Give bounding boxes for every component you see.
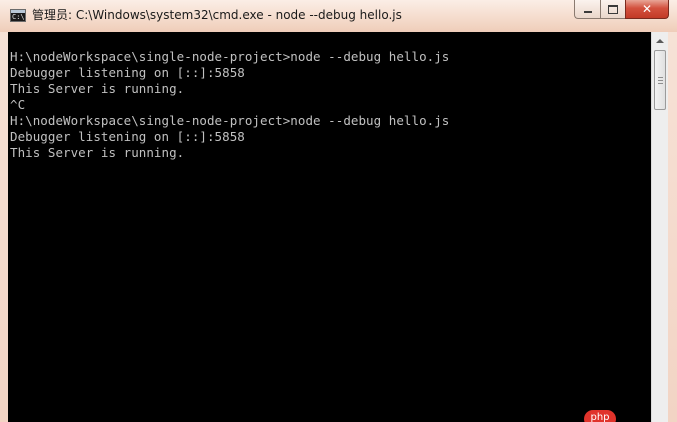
maximize-icon <box>608 4 618 14</box>
cmd-window: C:\ 管理员: C:\Windows\system32\cmd.exe - n… <box>0 0 677 422</box>
console-line: This Server is running. <box>10 145 185 160</box>
watermark-badge: php <box>584 410 616 422</box>
vertical-scrollbar[interactable] <box>651 32 668 422</box>
scroll-up-button[interactable] <box>652 32 668 49</box>
console-line: This Server is running. <box>10 81 185 96</box>
scrollbar-thumb[interactable] <box>654 50 666 110</box>
console-line: ^C <box>10 97 26 112</box>
grip-line <box>658 83 663 84</box>
console-line: Debugger listening on [::]:5858 <box>10 129 245 144</box>
cmd-icon[interactable]: C:\ <box>10 9 26 22</box>
window-controls: ✕ <box>574 0 669 20</box>
grip-line <box>658 77 663 78</box>
console-output[interactable]: H:\nodeWorkspace\single-node-project>nod… <box>8 32 651 422</box>
console-line: Debugger listening on [::]:5858 <box>10 65 245 80</box>
console-line: H:\nodeWorkspace\single-node-project>nod… <box>10 49 450 64</box>
scroll-down-button[interactable] <box>652 415 668 422</box>
close-icon: ✕ <box>641 2 653 16</box>
chevron-up-icon <box>656 38 664 43</box>
title-bar[interactable]: C:\ 管理员: C:\Windows\system32\cmd.exe - n… <box>0 0 677 32</box>
minimize-icon <box>583 11 592 13</box>
grip-line <box>658 80 663 81</box>
close-button[interactable]: ✕ <box>625 0 669 19</box>
console-line: H:\nodeWorkspace\single-node-project>nod… <box>10 113 450 128</box>
minimize-button[interactable] <box>574 0 600 19</box>
console-lines: H:\nodeWorkspace\single-node-project>nod… <box>10 49 449 161</box>
cmd-icon-glyph: C:\ <box>12 13 25 21</box>
maximize-button[interactable] <box>600 0 625 19</box>
window-title: 管理员: C:\Windows\system32\cmd.exe - node … <box>32 8 402 22</box>
